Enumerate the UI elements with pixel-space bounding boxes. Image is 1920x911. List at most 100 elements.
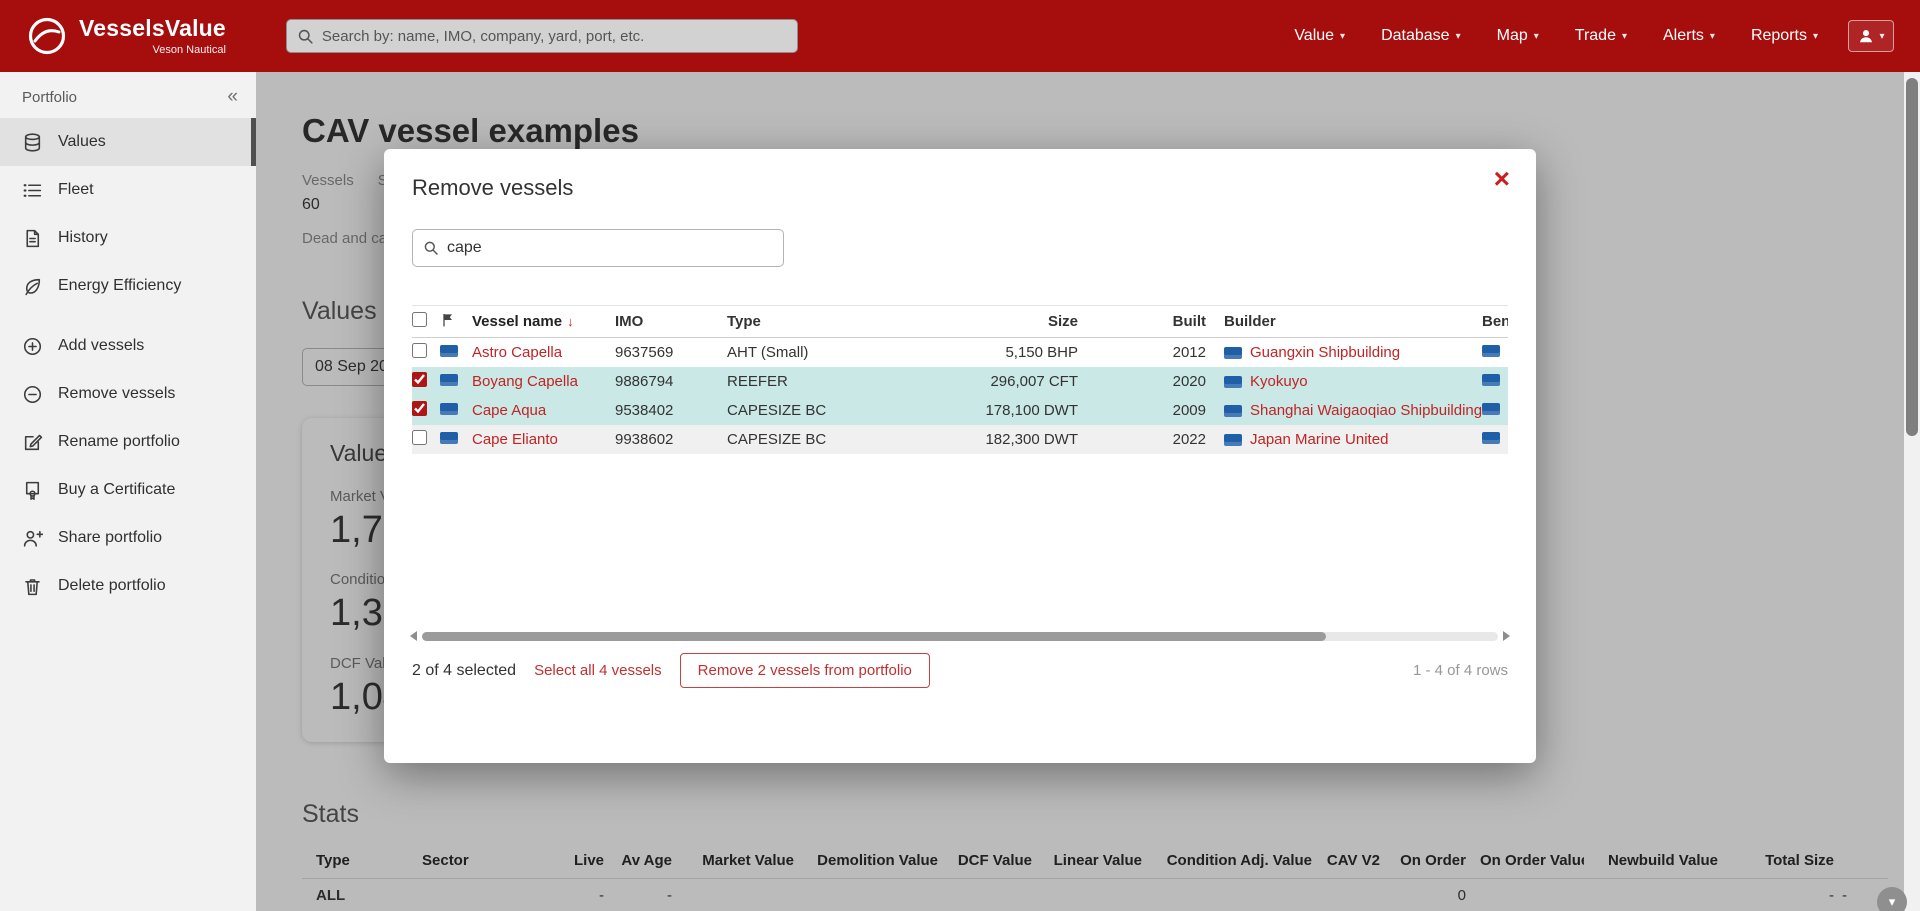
sidebar-item-label: Buy a Certificate: [58, 481, 175, 499]
sidebar-item-energy-efficiency[interactable]: Energy Efficiency: [0, 262, 256, 310]
vessel-name-link[interactable]: Astro Capella: [472, 344, 615, 361]
scrollbar-thumb[interactable]: [422, 632, 1326, 641]
vessel-imo: 9886794: [615, 373, 727, 390]
builder-link[interactable]: Guangxin Shipbuilding: [1250, 344, 1400, 361]
sidebar-item-history[interactable]: History: [0, 214, 256, 262]
add-circle-icon: [22, 336, 43, 357]
sidebar-item-label: Share portfolio: [58, 529, 162, 547]
remove-vessels-button[interactable]: Remove 2 vessels from portfolio: [680, 653, 930, 688]
scroll-left-arrow[interactable]: [410, 631, 417, 641]
vessel-name-link[interactable]: Cape Aqua: [472, 402, 615, 419]
brand-text: VesselsValue Veson Nautical: [79, 16, 226, 55]
chevron-down-icon: ▾: [1456, 31, 1461, 42]
builder-link[interactable]: Shanghai Waigaoqiao Shipbuilding: [1250, 402, 1482, 419]
flag-column-icon: [440, 312, 456, 328]
vessel-type: AHT (Small): [727, 344, 884, 361]
nav-map[interactable]: Map ▾: [1497, 27, 1539, 45]
row-checkbox[interactable]: [412, 372, 427, 387]
vessel-type: REEFER: [727, 373, 884, 390]
select-all-checkbox[interactable]: [412, 312, 427, 327]
vesselsvalue-logo-icon: [26, 15, 68, 57]
sort-desc-icon: ↓: [567, 314, 574, 329]
nav-database[interactable]: Database ▾: [1381, 27, 1461, 45]
sidebar-item-buy-certificate[interactable]: Buy a Certificate: [0, 466, 256, 514]
vessel-search-input[interactable]: [447, 239, 773, 257]
vessel-built: 2020: [1078, 373, 1206, 390]
global-search-input[interactable]: [322, 28, 787, 45]
country-flag: [440, 403, 458, 415]
nav-trade[interactable]: Trade ▾: [1575, 27, 1627, 45]
sidebar-item-add-vessels[interactable]: Add vessels: [0, 322, 256, 370]
sidebar-item-share-portfolio[interactable]: Share portfolio: [0, 514, 256, 562]
vertical-scrollbar-thumb[interactable]: [1906, 78, 1918, 436]
sidebar-item-values[interactable]: Values: [0, 118, 256, 166]
nav-alerts[interactable]: Alerts ▾: [1663, 27, 1715, 45]
builder-flag: [1224, 376, 1242, 388]
user-icon: [1857, 27, 1875, 45]
row-checkbox[interactable]: [412, 401, 427, 416]
vessel-size: 182,300 DWT: [884, 431, 1078, 448]
vessel-row-boyang-capella[interactable]: Boyang Capella 9886794 REEFER 296,007 CF…: [412, 367, 1508, 396]
brand-logo-link[interactable]: VesselsValue Veson Nautical: [26, 15, 226, 57]
chevron-down-icon: ▾: [1889, 894, 1896, 910]
select-all-link[interactable]: Select all 4 vessels: [534, 662, 662, 679]
col-type[interactable]: Type: [727, 313, 884, 330]
builder-link[interactable]: Japan Marine United: [1250, 431, 1388, 448]
nav-value[interactable]: Value ▾: [1294, 27, 1345, 45]
sidebar-item-label: Rename portfolio: [58, 433, 180, 451]
builder-flag: [1224, 347, 1242, 359]
vessels-table-header: Vessel name↓ IMO Type Size Built Builder…: [412, 305, 1508, 338]
vessel-name-link[interactable]: Boyang Capella: [472, 373, 615, 390]
vessel-row-cape-elianto[interactable]: Cape Elianto 9938602 CAPESIZE BC 182,300…: [412, 425, 1508, 454]
chevron-down-icon: ▾: [1813, 31, 1818, 42]
sidebar-item-delete-portfolio[interactable]: Delete portfolio: [0, 562, 256, 610]
brand-subtitle: Veson Nautical: [153, 44, 226, 56]
portfolio-sidebar: Portfolio « Values Fleet History Energy …: [0, 72, 256, 911]
nav-reports[interactable]: Reports ▾: [1751, 27, 1818, 45]
col-size[interactable]: Size: [884, 313, 1078, 330]
chevron-down-icon: ▾: [1622, 31, 1627, 42]
user-menu-button[interactable]: ▾: [1848, 20, 1894, 52]
nav-database-label: Database: [1381, 27, 1450, 45]
global-search: [286, 19, 798, 53]
sidebar-item-label: History: [58, 229, 108, 247]
col-beneficiary[interactable]: Ben: [1482, 313, 1508, 330]
vessel-row-cape-aqua[interactable]: Cape Aqua 9538402 CAPESIZE BC 178,100 DW…: [412, 396, 1508, 425]
col-vessel-name[interactable]: Vessel name↓: [472, 313, 615, 330]
vessel-search: [412, 229, 784, 267]
col-built[interactable]: Built: [1078, 313, 1206, 330]
scroll-down-button[interactable]: ▾: [1877, 887, 1907, 911]
vessel-size: 178,100 DWT: [884, 402, 1078, 419]
chevron-down-icon: ▾: [1710, 31, 1715, 42]
remove-circle-icon: [22, 384, 43, 405]
close-icon[interactable]: ×: [1494, 165, 1510, 193]
col-builder[interactable]: Builder: [1206, 313, 1482, 330]
sidebar-item-label: Values: [58, 133, 106, 151]
vessel-type: CAPESIZE BC: [727, 402, 884, 419]
trash-icon: [22, 576, 43, 597]
vessel-built: 2022: [1078, 431, 1206, 448]
modal-title: Remove vessels: [412, 175, 1508, 201]
vessel-row-astro-capella[interactable]: Astro Capella 9637569 AHT (Small) 5,150 …: [412, 338, 1508, 367]
scroll-right-arrow[interactable]: [1503, 631, 1510, 641]
scrollbar-track[interactable]: [422, 632, 1498, 641]
sidebar-item-rename-portfolio[interactable]: Rename portfolio: [0, 418, 256, 466]
values-icon: [22, 132, 43, 153]
row-checkbox[interactable]: [412, 343, 427, 358]
nav-alerts-label: Alerts: [1663, 27, 1704, 45]
col-imo[interactable]: IMO: [615, 313, 727, 330]
search-icon: [297, 28, 314, 45]
builder-link[interactable]: Kyokuyo: [1250, 373, 1308, 390]
sidebar-item-label: Fleet: [58, 181, 94, 199]
sidebar-item-fleet[interactable]: Fleet: [0, 166, 256, 214]
beneficiary-flag: [1482, 432, 1500, 444]
collapse-sidebar-icon[interactable]: «: [227, 86, 238, 108]
vessel-imo: 9938602: [615, 431, 727, 448]
vessel-name-link[interactable]: Cape Elianto: [472, 431, 615, 448]
brand-name: VesselsValue: [79, 16, 226, 41]
beneficiary-flag: [1482, 403, 1500, 415]
sidebar-item-remove-vessels[interactable]: Remove vessels: [0, 370, 256, 418]
row-checkbox[interactable]: [412, 430, 427, 445]
share-user-icon: [22, 528, 43, 549]
vertical-scrollbar[interactable]: [1904, 72, 1920, 911]
